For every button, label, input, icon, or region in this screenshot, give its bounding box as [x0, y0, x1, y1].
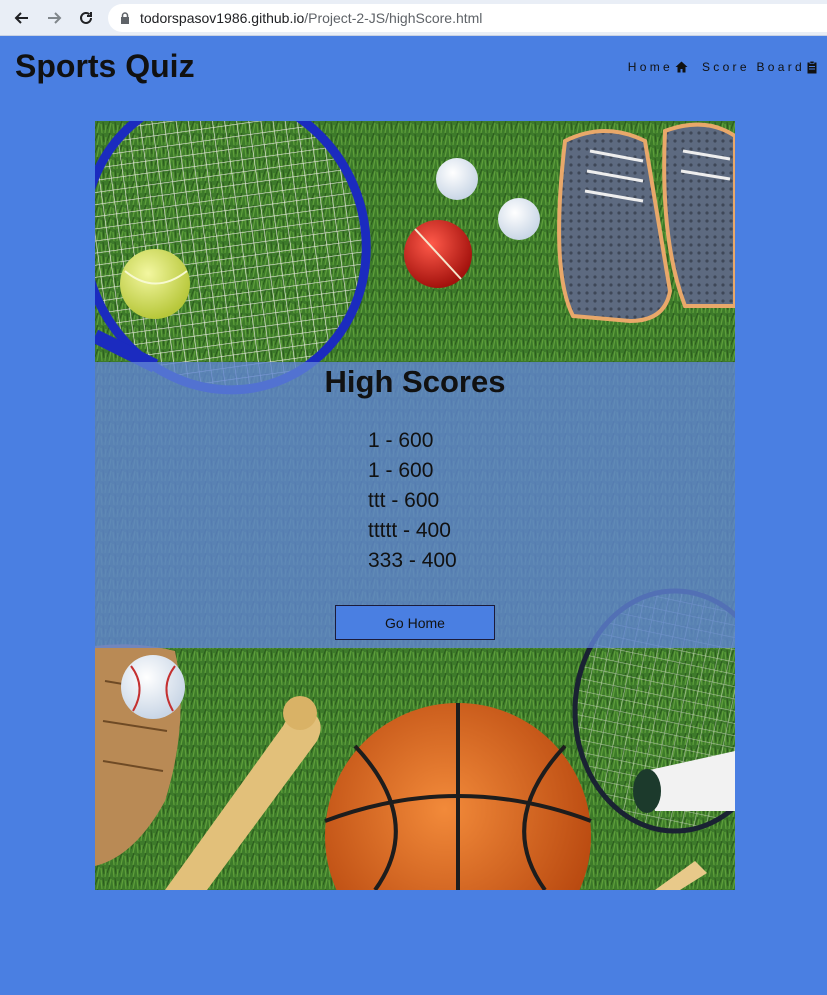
clipboard-icon	[807, 60, 817, 74]
url-host: todorspasov1986.github.io	[140, 10, 305, 26]
browser-toolbar: todorspasov1986.github.io /Project-2-JS/…	[0, 0, 827, 36]
url-path: /Project-2-JS/highScore.html	[304, 10, 483, 26]
go-home-button[interactable]: Go Home	[335, 605, 495, 640]
forward-button[interactable]	[42, 6, 66, 30]
address-bar[interactable]: todorspasov1986.github.io /Project-2-JS/…	[108, 4, 827, 32]
top-nav: Home Score Board	[628, 60, 817, 74]
arrow-left-icon	[14, 12, 28, 24]
arrow-right-icon	[48, 12, 62, 24]
nav-home-link[interactable]: Home	[628, 60, 688, 74]
score-entry: ttt - 600	[368, 489, 440, 512]
site-title: Sports Quiz	[15, 48, 195, 84]
high-scores-panel: High Scores 1 - 600 1 - 600 ttt - 600 tt…	[95, 362, 735, 648]
reload-icon	[80, 11, 92, 24]
high-scores-title: High Scores	[324, 364, 506, 399]
lock-icon	[120, 12, 130, 24]
reload-button[interactable]	[74, 6, 98, 30]
nav-scoreboard-label: Score Board	[701, 60, 805, 74]
score-entry: 1 - 600	[368, 429, 434, 452]
high-scores-list: 1 - 600 1 - 600 ttt - 600 ttttt - 400 33…	[368, 426, 568, 576]
score-entry: 1 - 600	[368, 459, 434, 482]
score-entry: 333 - 400	[368, 549, 457, 572]
nav-scoreboard-link[interactable]: Score Board	[702, 60, 817, 74]
nav-home-label: Home	[627, 60, 673, 74]
home-icon	[675, 61, 688, 73]
back-button[interactable]	[10, 6, 34, 30]
score-entry: ttttt - 400	[368, 519, 451, 542]
